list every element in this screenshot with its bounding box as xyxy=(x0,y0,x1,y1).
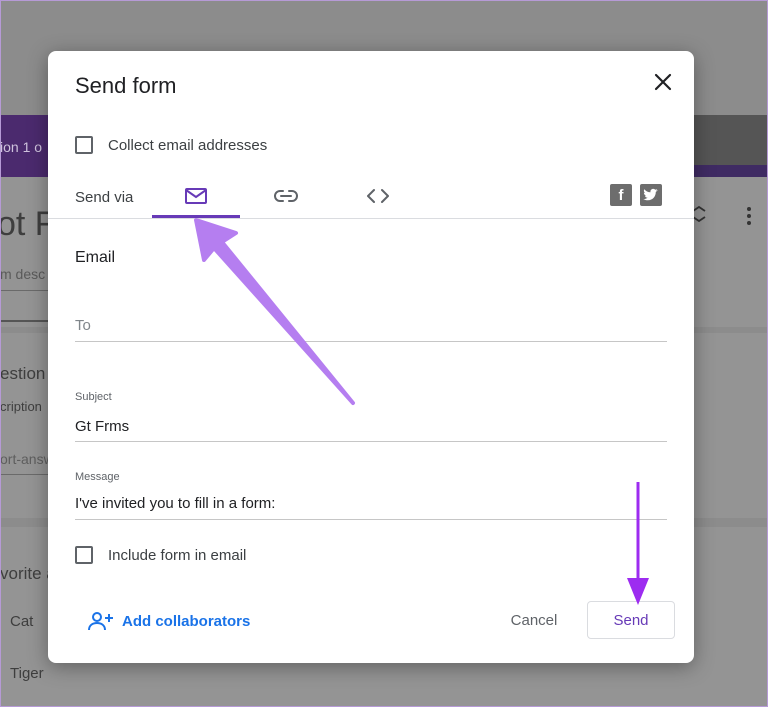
link-icon xyxy=(274,190,298,202)
collect-email-label: Collect email addresses xyxy=(108,137,268,154)
more-vert-icon xyxy=(746,206,752,226)
background-divider xyxy=(0,320,50,322)
twitter-icon xyxy=(643,188,658,201)
tab-embed[interactable] xyxy=(334,174,422,218)
add-collaborators-label: Add collaborators xyxy=(122,612,251,630)
background-option-2: Tiger xyxy=(10,665,44,682)
background-question-description: cription xyxy=(0,399,42,414)
mail-icon xyxy=(185,188,207,204)
tab-email[interactable] xyxy=(152,174,240,218)
message-input[interactable]: I've invited you to fill in a form: xyxy=(75,495,275,512)
to-input[interactable]: To xyxy=(75,317,91,334)
email-section-title: Email xyxy=(75,249,116,266)
subject-input[interactable]: Gt Frms xyxy=(75,418,129,435)
subject-label: Subject xyxy=(75,391,112,403)
message-input-underline xyxy=(75,519,667,520)
background-banner-accent-right xyxy=(694,165,768,177)
collect-email-checkbox[interactable] xyxy=(75,136,93,154)
close-icon[interactable] xyxy=(651,70,675,94)
background-form-description: m desc xyxy=(0,266,46,282)
message-label: Message xyxy=(75,471,120,483)
to-input-underline xyxy=(75,341,667,342)
add-collaborators-button[interactable]: Add collaborators xyxy=(88,611,250,631)
background-divider xyxy=(0,290,50,291)
send-via-label: Send via xyxy=(75,189,134,206)
tab-link[interactable] xyxy=(242,174,330,218)
tabs-divider xyxy=(48,218,694,219)
background-question-answer: ort-answ xyxy=(0,451,54,467)
send-form-dialog: Send form Collect email addresses Send v… xyxy=(48,51,694,663)
subject-input-underline xyxy=(75,441,667,442)
person-add-icon xyxy=(88,612,113,631)
dialog-title: Send form xyxy=(75,73,177,98)
include-form-label: Include form in email xyxy=(108,547,247,564)
background-question-title: estion xyxy=(0,364,46,383)
cancel-button[interactable]: Cancel xyxy=(499,603,569,637)
send-button[interactable]: Send xyxy=(587,601,675,639)
background-option-1: Cat xyxy=(10,613,34,630)
background-divider xyxy=(0,474,50,475)
embed-code-icon xyxy=(367,189,389,203)
facebook-icon: f xyxy=(618,186,624,204)
include-form-checkbox[interactable] xyxy=(75,546,93,564)
background-banner-text: ion 1 o xyxy=(0,139,43,155)
facebook-share-button[interactable]: f xyxy=(610,184,632,206)
twitter-share-button[interactable] xyxy=(640,184,662,206)
